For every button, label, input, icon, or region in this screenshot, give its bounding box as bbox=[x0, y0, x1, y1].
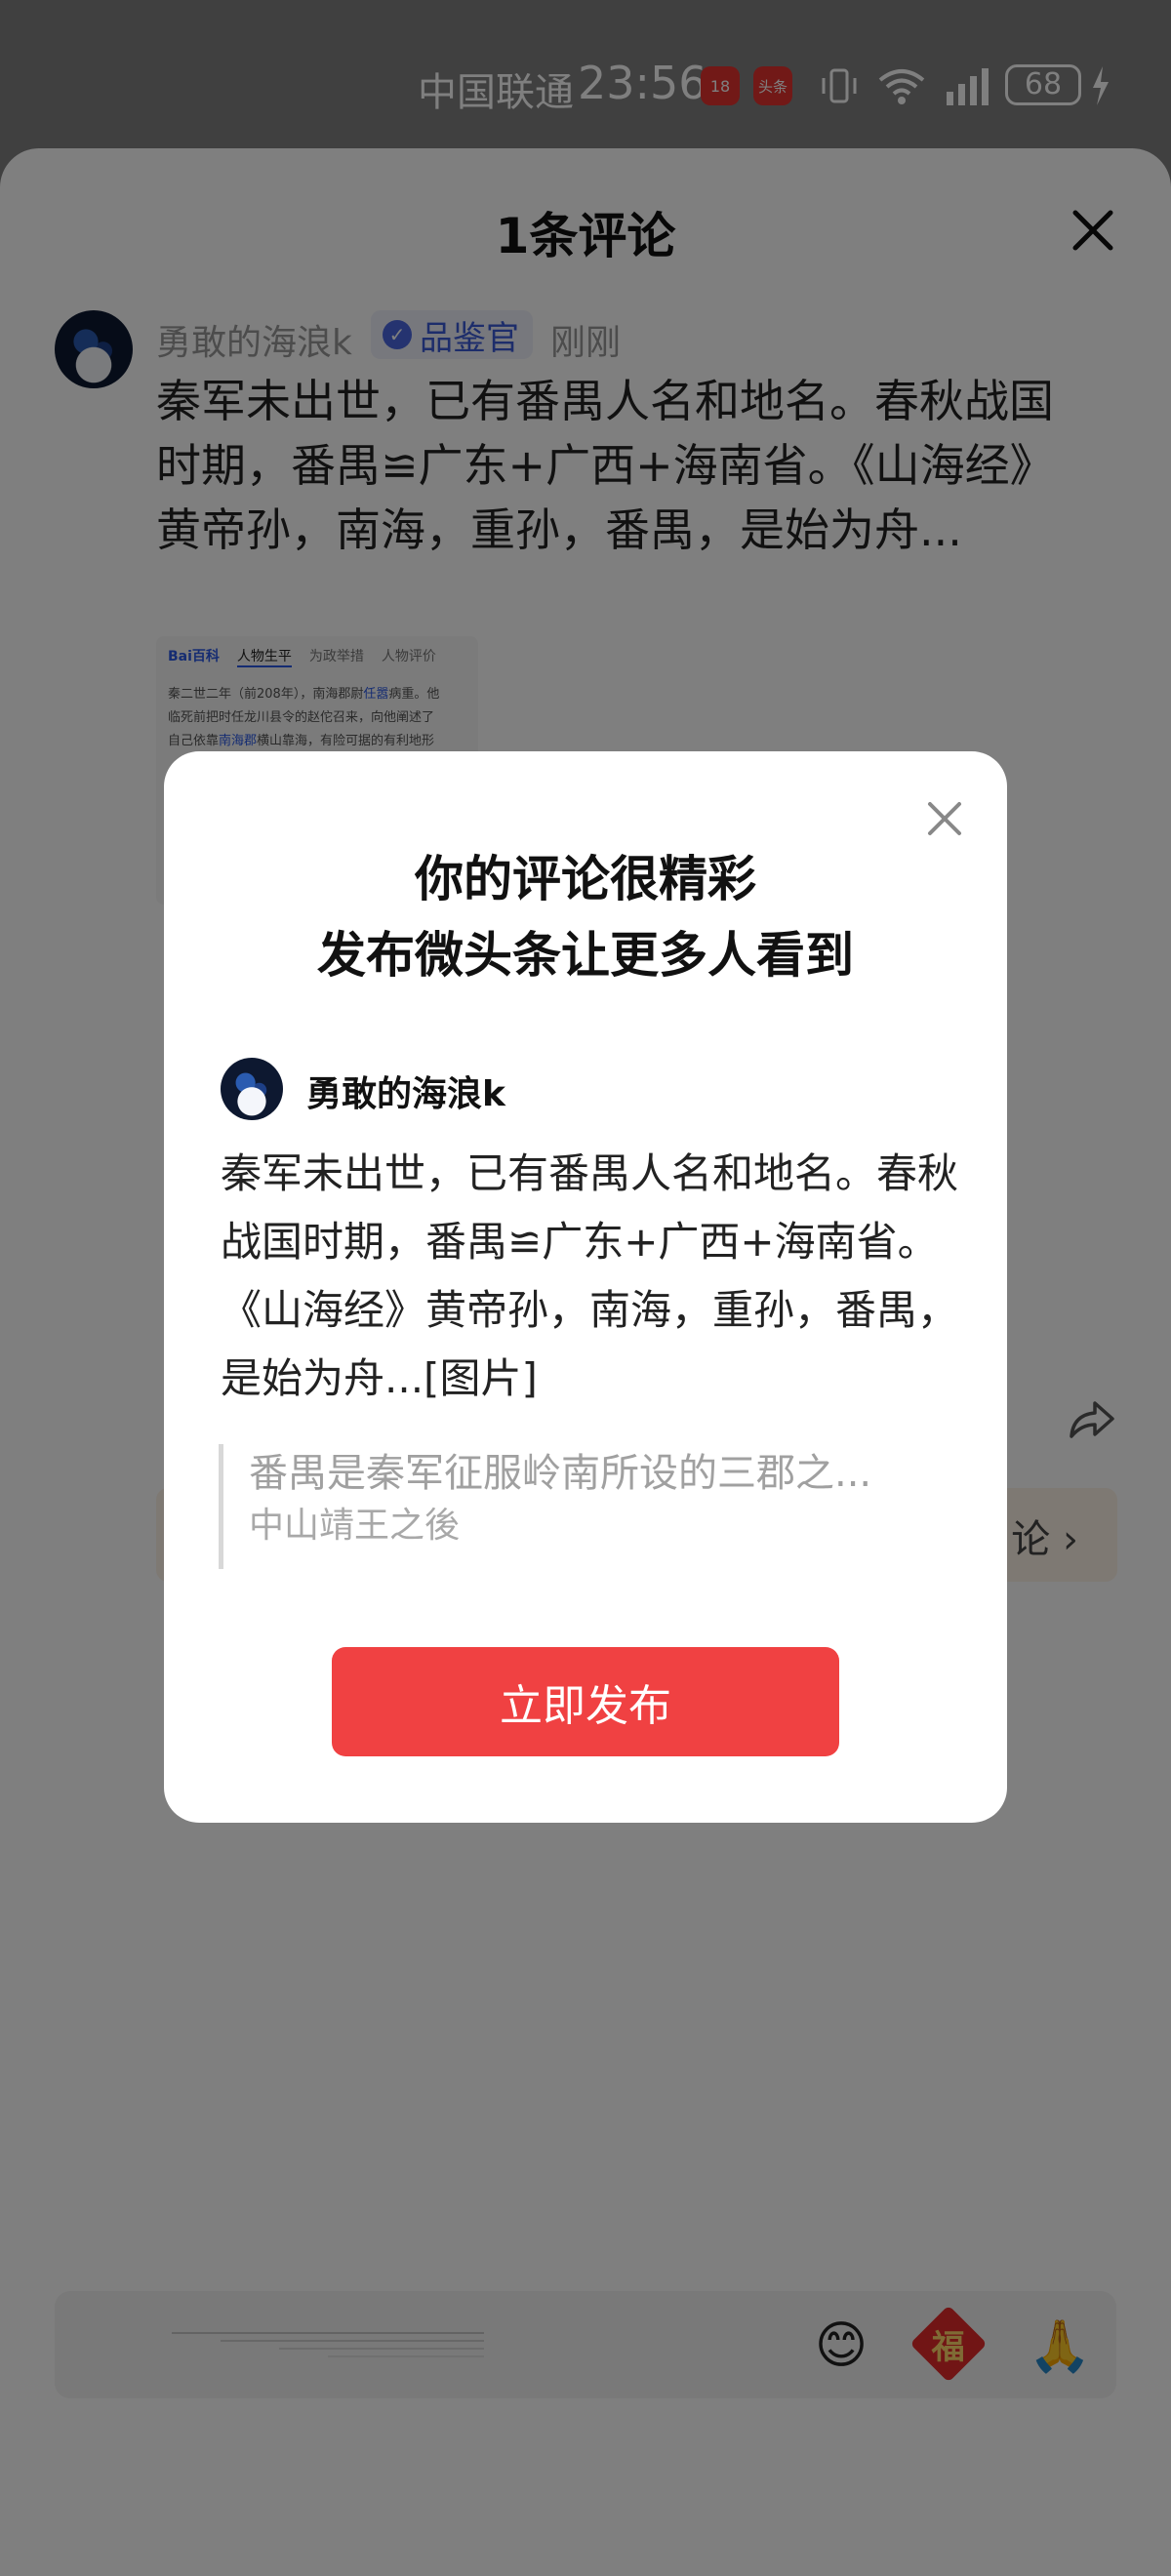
close-icon[interactable] bbox=[922, 796, 967, 841]
dialog-title-line: 你的评论很精彩 bbox=[415, 851, 756, 907]
quoted-text: 番禺是秦军征服岭南所设的三郡之... bbox=[249, 1451, 872, 1496]
dialog-title-line: 发布微头条让更多人看到 bbox=[317, 927, 854, 984]
dialog-title: 你的评论很精彩 发布微头条让更多人看到 bbox=[164, 841, 1007, 993]
publish-button[interactable]: 立即发布 bbox=[332, 1647, 839, 1756]
quoted-post: 番禺是秦军征服岭南所设的三郡之... 中山靖王之後 bbox=[219, 1444, 960, 1569]
dialog-post-text: 秦军未出世，已有番禺人名和地名。春秋战国时期，番禺≌广东+广西+海南省。《山海经… bbox=[221, 1149, 959, 1402]
quoted-author: 中山靖王之後 bbox=[249, 1506, 461, 1546]
publish-dialog: 你的评论很精彩 发布微头条让更多人看到 勇敢的海浪k 秦军未出世，已有番禺人名和… bbox=[164, 751, 1007, 1823]
dialog-user-name: 勇敢的海浪k bbox=[306, 1074, 505, 1114]
avatar bbox=[221, 1058, 283, 1120]
